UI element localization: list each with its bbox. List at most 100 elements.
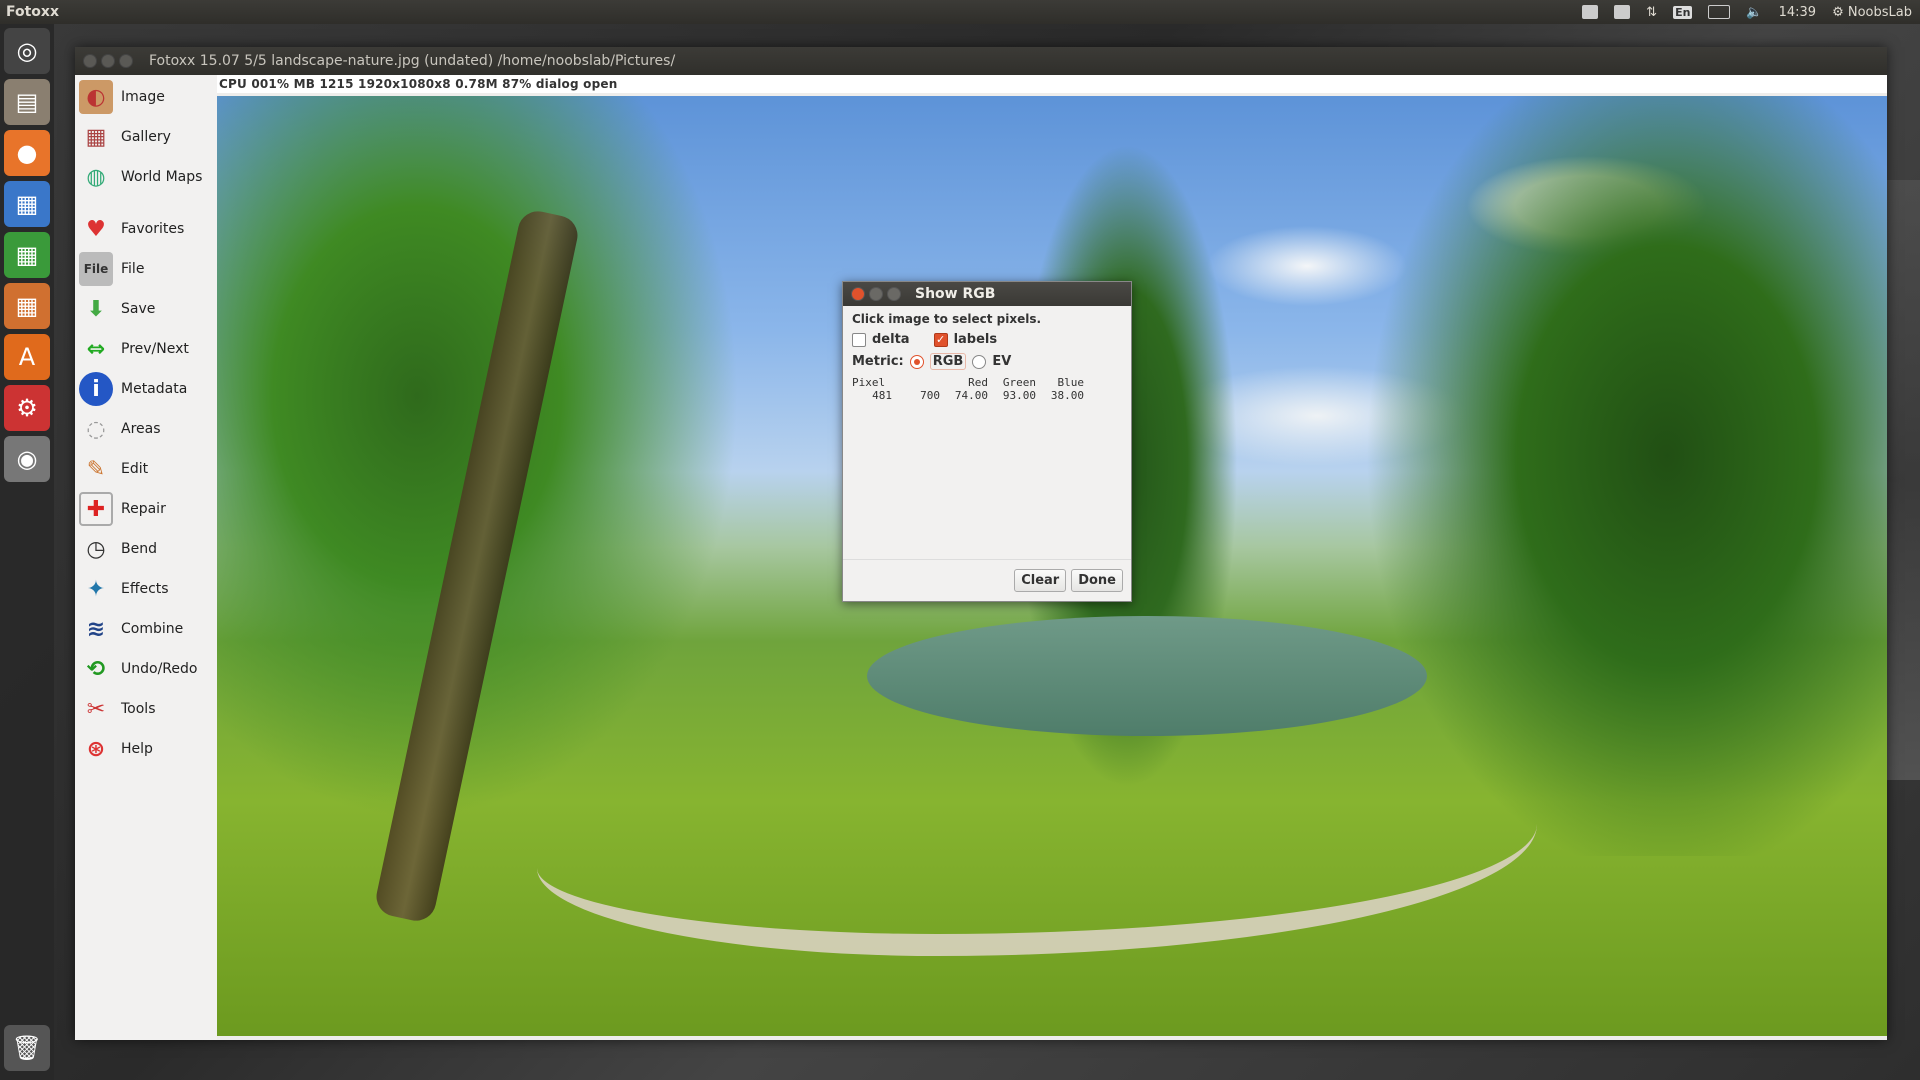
file-icon: File (79, 252, 113, 286)
side-menu: ◐ Image ▦ Gallery ◍ World Maps ♥ Favorit… (75, 75, 217, 1040)
save-icon: ⬇ (86, 296, 106, 322)
dialog-close-button[interactable] (851, 287, 865, 301)
impress-icon[interactable]: ▦ (4, 283, 50, 329)
header-green: Green (1002, 376, 1036, 389)
menu-item-label: Repair (121, 501, 166, 517)
done-button[interactable]: Done (1071, 569, 1123, 592)
indicator-area: ⇅ En 🔈 14:39 ⚙ NoobsLab (1582, 5, 1920, 20)
table-row: 481 700 74.00 93.00 38.00 (852, 389, 1122, 402)
window-title: Fotoxx 15.07 5/5 landscape-nature.jpg (u… (149, 53, 676, 69)
delta-label: delta (872, 332, 910, 347)
menu-item-prev-next[interactable]: ⇔ Prev/Next (79, 331, 189, 367)
window-maximize-button[interactable] (119, 54, 133, 68)
menu-item-label: Metadata (121, 381, 188, 397)
areas-icon: ◌ (86, 416, 106, 442)
user-menu[interactable]: ⚙ NoobsLab (1832, 5, 1912, 20)
menu-item-label: Favorites (121, 221, 185, 237)
blue-value: 38.00 (1050, 389, 1084, 402)
effects-icon: ✦ (86, 576, 106, 602)
dash-home-icon[interactable]: ◎ (4, 28, 50, 74)
writer-icon[interactable]: ▦ (4, 181, 50, 227)
menu-item-label: Bend (121, 541, 157, 557)
firefox-icon[interactable]: ● (4, 130, 50, 176)
software-center-icon[interactable]: A (4, 334, 50, 380)
menu-item-areas[interactable]: ◌ Areas (79, 411, 161, 447)
menu-item-save[interactable]: ⬇ Save (79, 291, 156, 327)
combine-icon: ≋ (86, 616, 106, 642)
system-settings-icon[interactable]: ⚙ (4, 385, 50, 431)
ev-label: EV (992, 354, 1012, 369)
menu-item-favorites[interactable]: ♥ Favorites (79, 211, 184, 247)
menu-item-help[interactable]: ⊛ Help (79, 731, 153, 767)
window-close-button[interactable] (83, 54, 97, 68)
menu-item-label: Help (121, 741, 153, 757)
dialog-minimize-button[interactable] (869, 287, 883, 301)
files-icon[interactable]: ▤ (4, 79, 50, 125)
menu-item-repair[interactable]: ✚ Repair (79, 491, 166, 527)
menu-item-gallery[interactable]: ▦ Gallery (79, 119, 171, 155)
volume-icon[interactable]: 🔈 (1746, 5, 1762, 20)
menu-item-tools[interactable]: ✂ Tools (79, 691, 156, 727)
menu-item-effects[interactable]: ✦ Effects (79, 571, 169, 607)
repair-icon: ✚ (79, 492, 113, 526)
header-pixel: Pixel (852, 376, 886, 389)
tools-icon: ✂ (86, 696, 106, 722)
dialog-maximize-button[interactable] (887, 287, 901, 301)
menu-item-label: Tools (121, 701, 156, 717)
metric-label: Metric: (852, 354, 904, 369)
menu-item-edit[interactable]: ✎ Edit (79, 451, 148, 487)
trash-icon[interactable]: 🗑 (4, 1025, 50, 1071)
menu-item-combine[interactable]: ≋ Combine (79, 611, 183, 647)
menu-item-bend[interactable]: ◷ Bend (79, 531, 157, 567)
fotoxx-launcher-icon[interactable]: ◉ (4, 436, 50, 482)
globe-icon: ◍ (86, 164, 106, 190)
keyboard-layout[interactable]: En (1673, 5, 1693, 19)
notification-icon[interactable] (1582, 5, 1599, 19)
launcher: ◎ ▤ ● ▦ ▦ ▦ A ⚙ ◉ 🗑 (0, 24, 54, 1080)
dialog-footer: Clear Done (843, 559, 1131, 601)
clear-button[interactable]: Clear (1014, 569, 1067, 592)
top-panel: Fotoxx ⇅ En 🔈 14:39 ⚙ NoobsLab (0, 0, 1920, 24)
menu-item-label: Image (121, 89, 165, 105)
network-icon[interactable]: ⇅ (1646, 5, 1657, 20)
menu-item-image[interactable]: ◐ Image (79, 79, 165, 115)
pixel-x: 481 (872, 389, 892, 402)
table-header-row: Pixel Red Green Blue (852, 376, 1122, 389)
menu-item-label: Gallery (121, 129, 171, 145)
rgb-label: RGB (929, 353, 967, 370)
gear-icon: ⚙ (1832, 4, 1844, 20)
bend-icon: ◷ (86, 536, 106, 562)
menu-item-label: Prev/Next (121, 341, 189, 357)
menu-item-label: Effects (121, 581, 169, 597)
menu-item-label: Edit (121, 461, 149, 477)
labels-label: labels (953, 332, 998, 347)
info-icon: i (79, 372, 113, 406)
menu-item-metadata[interactable]: i Metadata (79, 371, 187, 407)
rgb-radio[interactable] (909, 354, 924, 369)
battery-icon[interactable] (1708, 5, 1731, 19)
clock[interactable]: 14:39 (1779, 5, 1816, 20)
ev-radio[interactable] (972, 354, 987, 369)
menu-item-world-maps[interactable]: ◍ World Maps (79, 159, 202, 195)
edit-icon: ✎ (86, 456, 106, 482)
menu-item-undo-redo[interactable]: ⟲ Undo/Redo (79, 651, 198, 687)
dialog-titlebar: Show RGB (843, 282, 1131, 306)
image-icon: ◐ (79, 80, 113, 114)
menu-item-label: Areas (121, 421, 161, 437)
menu-item-label: World Maps (121, 169, 203, 185)
mail-icon[interactable] (1614, 5, 1631, 19)
window-minimize-button[interactable] (101, 54, 115, 68)
pixel-y: 700 (920, 389, 940, 402)
menu-item-label: Undo/Redo (121, 661, 198, 677)
delta-checkbox[interactable] (852, 332, 866, 347)
menu-item-file[interactable]: File File (79, 251, 144, 287)
active-app-name: Fotoxx (6, 4, 59, 20)
user-name: NoobsLab (1847, 4, 1912, 20)
menu-item-label: Save (121, 301, 156, 317)
calc-icon[interactable]: ▦ (4, 232, 50, 278)
arrows-icon: ⇔ (86, 336, 106, 362)
header-empty (892, 376, 940, 389)
menu-item-label: Combine (121, 621, 184, 637)
gallery-icon: ▦ (85, 124, 107, 150)
labels-checkbox[interactable]: ✓ (933, 332, 948, 347)
